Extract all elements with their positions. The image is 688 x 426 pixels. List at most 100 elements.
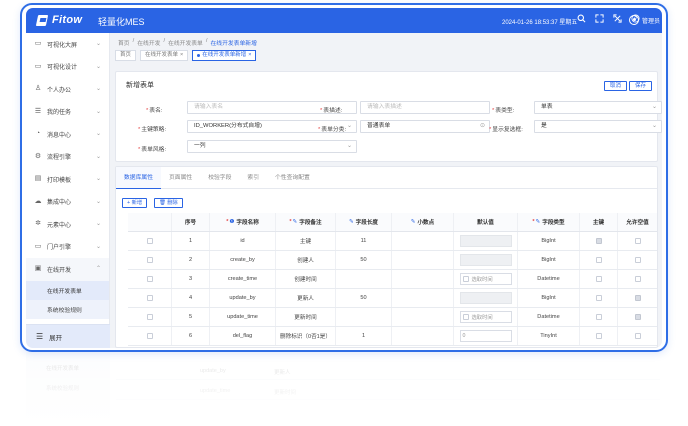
field-length-input[interactable]: 50: [336, 289, 392, 307]
field-length-input[interactable]: [336, 308, 392, 326]
field-default-cell: 0: [454, 327, 518, 345]
page-tab-label: 首页: [120, 52, 132, 58]
datetime-picker[interactable]: 选取时间: [459, 272, 512, 285]
delete-row-button[interactable]: 🗑 删除: [154, 198, 183, 208]
pk-checkbox[interactable]: [595, 294, 602, 301]
field-remark-input[interactable]: 删除标识（0否1是）: [276, 327, 336, 345]
nullable-checkbox[interactable]: [634, 237, 641, 244]
sidebar-item-personal-office[interactable]: ♙ 个人办公 ⌄: [26, 78, 109, 101]
field-length-input[interactable]: 50: [336, 251, 392, 269]
row-checkbox[interactable]: [146, 294, 153, 301]
page-tab-home[interactable]: 首页: [115, 50, 137, 61]
user-menu[interactable]: 管理员: [629, 15, 660, 25]
add-row-button[interactable]: + 新增: [122, 198, 148, 208]
field-type-select[interactable]: Datetime: [518, 270, 580, 288]
sidebar-subitem-validation-rules[interactable]: 系统校验规则: [26, 300, 109, 319]
tab-index[interactable]: 索引: [239, 167, 267, 189]
field-decimal-input[interactable]: [392, 270, 454, 288]
table-desc-input[interactable]: 请输入表描述: [360, 101, 490, 114]
field-default-input[interactable]: [459, 253, 512, 266]
pk-checkbox[interactable]: [595, 275, 602, 282]
tab-db-properties[interactable]: 数据库属性: [116, 167, 161, 189]
field-remark-input[interactable]: 更新人: [276, 289, 336, 307]
table-type-select[interactable]: 单表 ⌄: [534, 101, 662, 114]
sync-icon[interactable]: [612, 14, 623, 25]
field-type-select[interactable]: Datetime: [518, 308, 580, 326]
field-length-input[interactable]: 11: [336, 232, 392, 250]
field-decimal-input[interactable]: [392, 289, 454, 307]
sidebar-item-visual-screen[interactable]: ▭ 可视化大屏 ⌄: [26, 33, 109, 56]
field-remark-input[interactable]: 更新时间: [276, 308, 336, 326]
pk-checkbox[interactable]: [595, 256, 602, 263]
nullable-checkbox[interactable]: [634, 332, 641, 339]
field-name-input[interactable]: id: [210, 232, 276, 250]
field-decimal-input[interactable]: [392, 327, 454, 345]
field-default-input[interactable]: [459, 234, 512, 247]
field-type-select[interactable]: BigInt: [518, 251, 580, 269]
field-length-input[interactable]: [336, 270, 392, 288]
field-name-input[interactable]: del_flag: [210, 327, 276, 345]
sidebar-item-online-dev[interactable]: ▣ 在线开发 ⌃: [26, 258, 109, 281]
nullable-checkbox[interactable]: [634, 256, 641, 263]
field-type-select[interactable]: TinyInt: [518, 327, 580, 345]
sidebar-subitem-online-form[interactable]: 在线开发表单: [26, 280, 109, 300]
sidebar-item-message-center[interactable]: ◔ 消息中心 ⌄: [26, 123, 109, 146]
sidebar-item-my-tasks[interactable]: ☰ 我的任务 ⌄: [26, 101, 109, 124]
close-icon[interactable]: ×: [248, 51, 251, 60]
nullable-checkbox[interactable]: [634, 294, 641, 301]
row-checkbox[interactable]: [146, 313, 153, 320]
save-button[interactable]: 保存: [629, 81, 653, 91]
page-tab-online-form[interactable]: 在线开发表单 ×: [140, 50, 189, 61]
field-default-input[interactable]: 0: [459, 329, 512, 342]
chevron-up-icon: ⌃: [95, 266, 101, 272]
sidebar-item-integration[interactable]: ☁ 集成中心 ⌄: [26, 191, 109, 214]
field-decimal-input[interactable]: [392, 232, 454, 250]
field-default-cell: [454, 232, 518, 250]
field-name-input[interactable]: update_by: [210, 289, 276, 307]
field-type-select[interactable]: BigInt: [518, 289, 580, 307]
breadcrumb-item[interactable]: 在线开发: [137, 38, 160, 47]
sidebar-item-print-template[interactable]: ▤ 打印模板 ⌄: [26, 168, 109, 191]
sidebar-item-flow-engine[interactable]: ⚙ 流程引擎 ⌄: [26, 146, 109, 169]
tab-validation-fields[interactable]: 校验字段: [200, 167, 239, 189]
cancel-button[interactable]: 取消: [604, 81, 628, 91]
pk-checkbox[interactable]: [595, 332, 602, 339]
field-decimal-input[interactable]: [392, 251, 454, 269]
datetime-picker[interactable]: 选取时间: [459, 310, 512, 323]
page-tab-online-form-add[interactable]: 在线开发表单新增 ×: [192, 50, 257, 61]
tab-page-properties[interactable]: 页面属性: [161, 167, 200, 189]
fullscreen-icon[interactable]: [594, 14, 605, 25]
sidebar-collapse-button[interactable]: ☰ 展开: [26, 324, 110, 348]
field-decimal-input[interactable]: [392, 308, 454, 326]
field-name-input[interactable]: update_time: [210, 308, 276, 326]
row-checkbox[interactable]: [146, 332, 153, 339]
row-checkbox[interactable]: [146, 275, 153, 282]
active-dot-icon: [197, 54, 201, 57]
sidebar-item-element-center[interactable]: ✲ 元素中心 ⌄: [26, 213, 109, 236]
field-name-input[interactable]: create_by: [210, 251, 276, 269]
search-icon[interactable]: [576, 14, 587, 25]
field-default-input[interactable]: [459, 291, 512, 304]
nullable-checkbox[interactable]: [634, 275, 641, 282]
row-checkbox[interactable]: [146, 256, 153, 263]
show-checkbox-select[interactable]: 是 ⌄: [534, 120, 662, 133]
pk-checkbox[interactable]: [595, 237, 602, 244]
sidebar-item-portal-engine[interactable]: ▭ 门户引擎 ⌄: [26, 236, 109, 259]
breadcrumb-item[interactable]: 在线开发表单: [168, 38, 203, 47]
nullable-checkbox[interactable]: [634, 313, 641, 320]
close-icon[interactable]: ×: [180, 51, 183, 60]
tab-custom-query[interactable]: 个性查询配置: [267, 167, 318, 189]
edit-icon: ✎: [410, 218, 416, 225]
field-length-input[interactable]: 1: [336, 327, 392, 345]
row-checkbox[interactable]: [146, 237, 153, 244]
pk-checkbox[interactable]: [595, 313, 602, 320]
sidebar-item-visual-design[interactable]: ▭ 可视化设计 ⌄: [26, 56, 109, 79]
field-type-select[interactable]: BigInt: [518, 232, 580, 250]
field-remark-input[interactable]: 主键: [276, 232, 336, 250]
field-remark-input[interactable]: 创建人: [276, 251, 336, 269]
field-name-input[interactable]: create_time: [210, 270, 276, 288]
field-remark-input[interactable]: 创建时间: [276, 270, 336, 288]
table-category-select[interactable]: 普通表单 ⊙: [360, 120, 490, 133]
form-style-select[interactable]: 一列 ⌄: [187, 140, 357, 153]
breadcrumb-item[interactable]: 首页: [118, 38, 130, 47]
